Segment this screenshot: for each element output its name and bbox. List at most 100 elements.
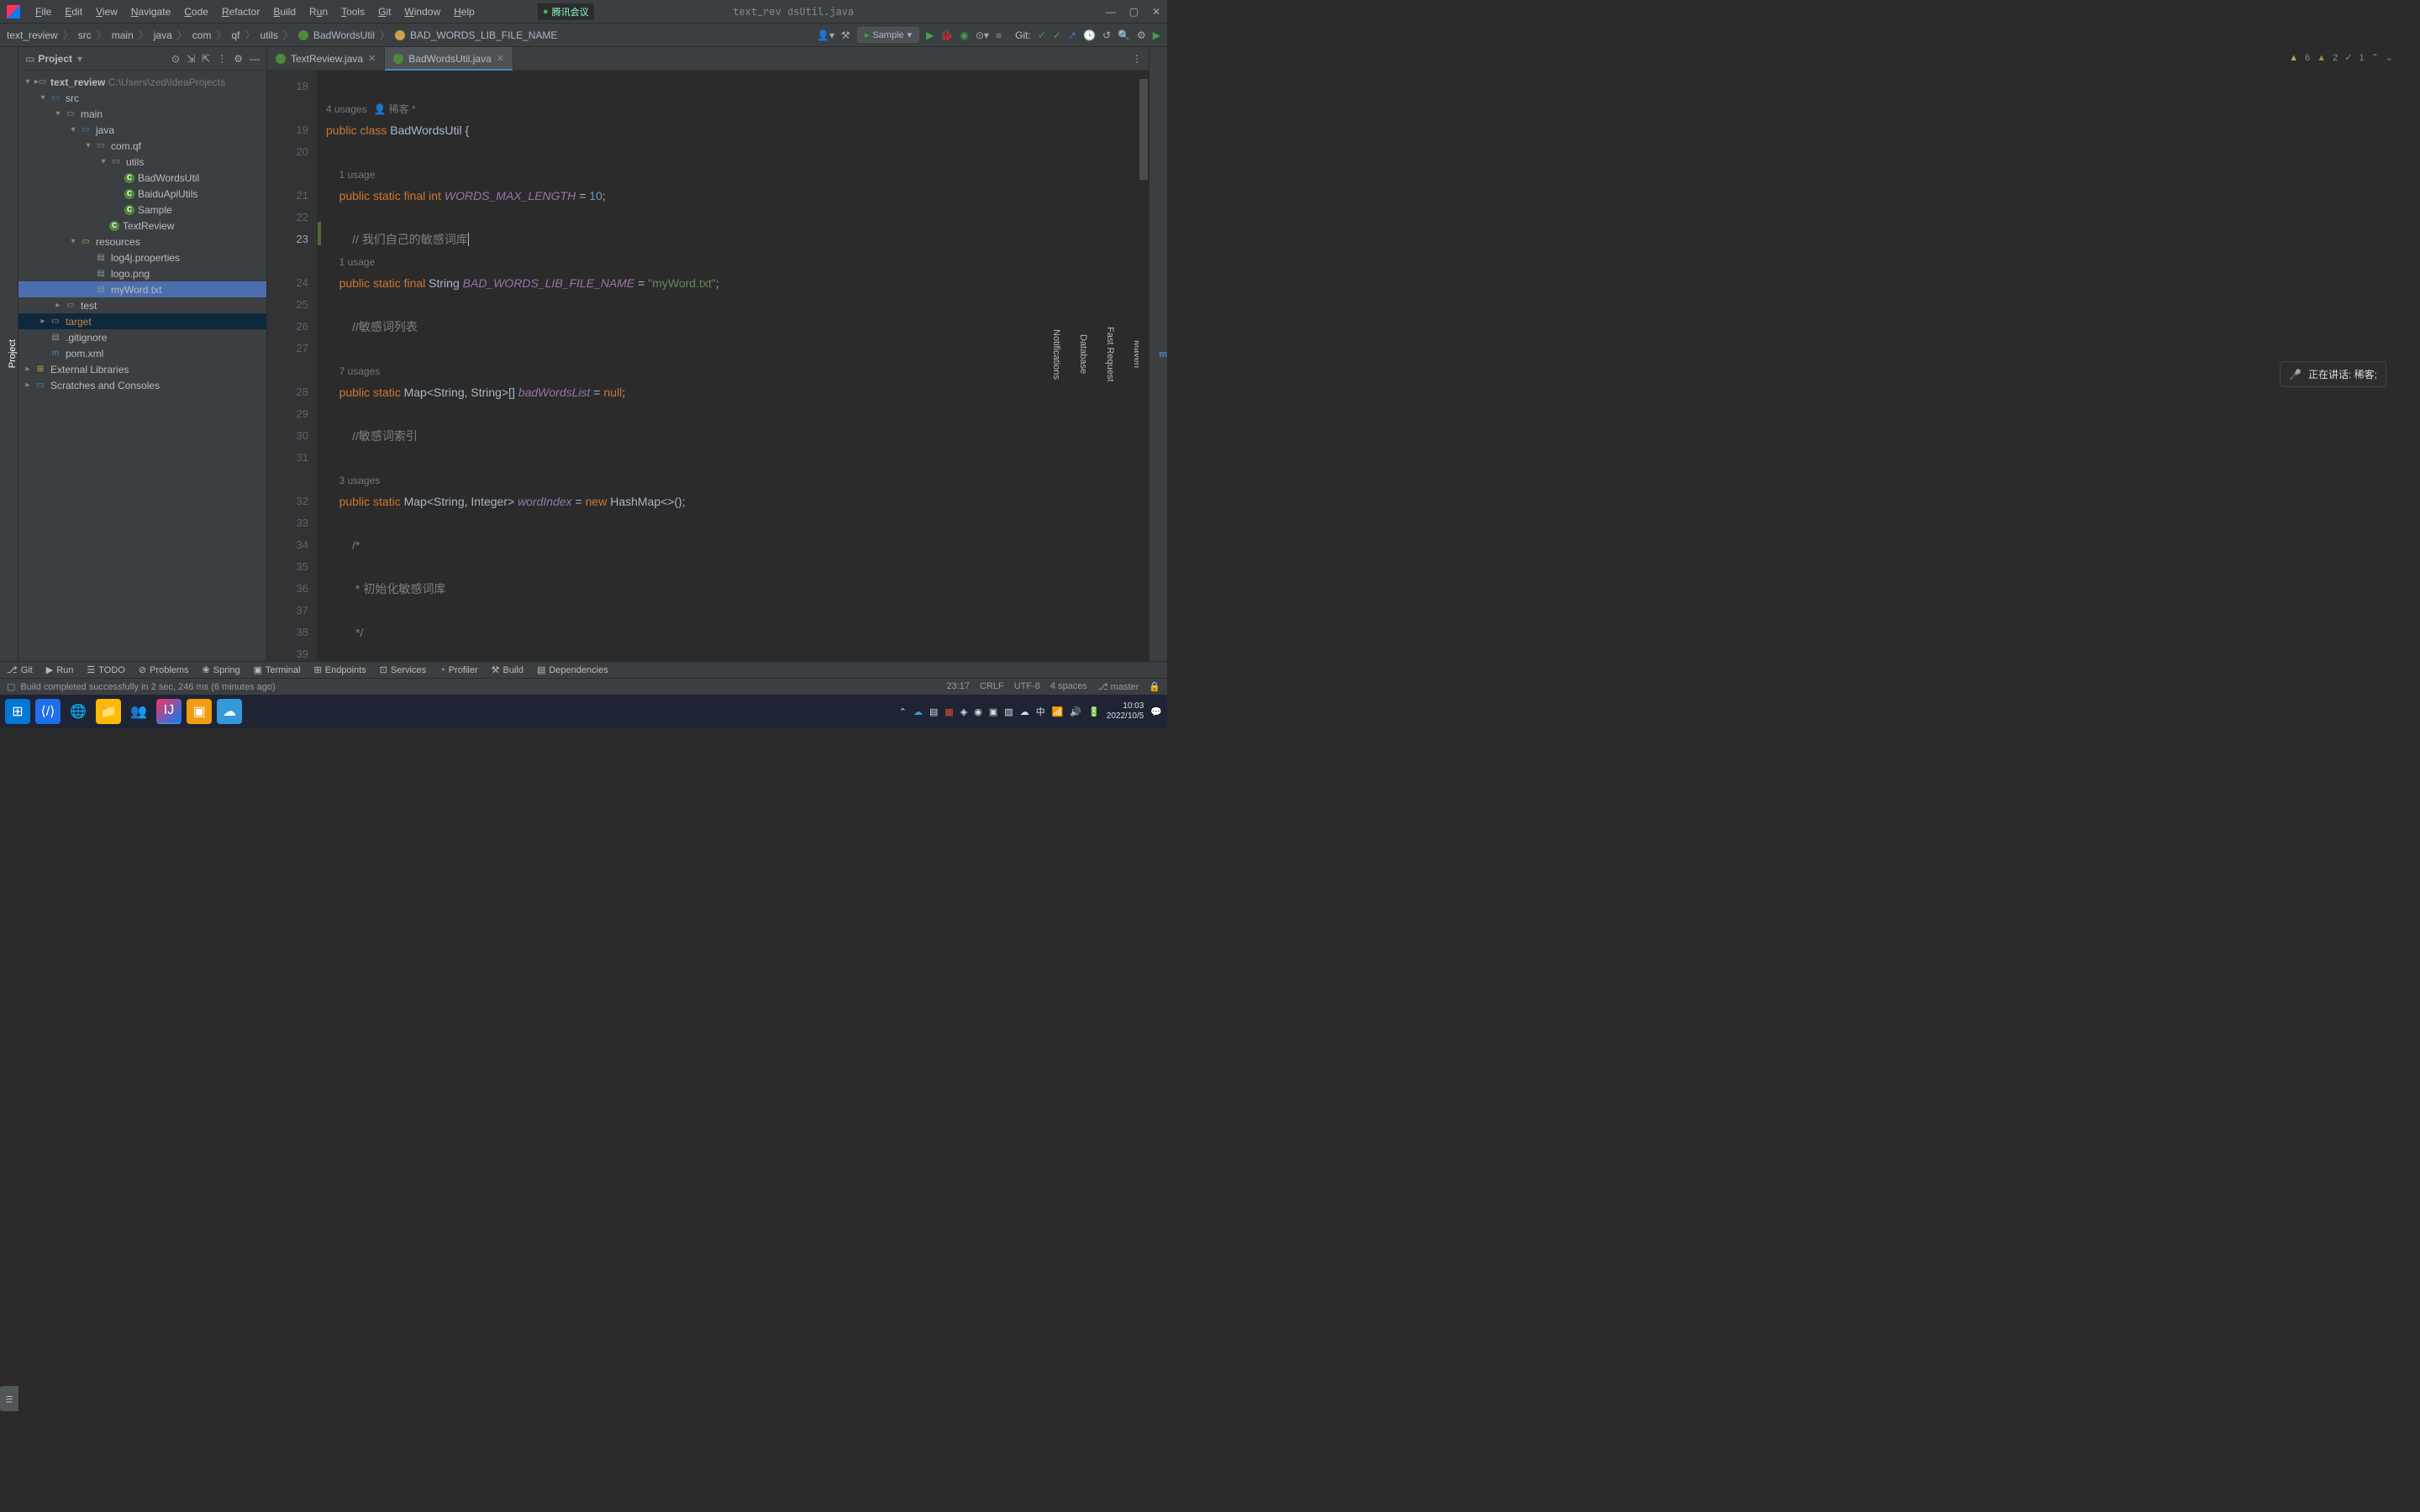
menu-navigate[interactable]: Navigate (124, 3, 177, 21)
expand-all-icon[interactable]: ⇲ (187, 53, 195, 65)
tencent-meeting-badge[interactable]: ● 腾讯会议 (538, 3, 594, 20)
tab-textreview[interactable]: TextReview.java ✕ (267, 47, 385, 70)
crumb-qf[interactable]: qf (231, 29, 239, 41)
usages-hint[interactable]: 1 usage (339, 169, 376, 181)
panel-settings-icon[interactable]: ⚙ (234, 53, 243, 65)
tree-log4j[interactable]: ▤log4j.properties (18, 249, 266, 265)
tree-file-textreview[interactable]: CTextReview (18, 218, 266, 234)
menu-git[interactable]: Git (371, 3, 397, 21)
git-update-icon[interactable]: ✓ (1038, 29, 1046, 41)
tray-icon[interactable]: ☁ (913, 706, 923, 717)
taskbar-vscode[interactable]: ⟨/⟩ (35, 699, 60, 724)
tree-java[interactable]: ▾▭java (18, 122, 266, 138)
menu-build[interactable]: Build (266, 3, 302, 21)
menu-file[interactable]: File (29, 3, 58, 21)
tab-list-icon[interactable]: ⋮ (1132, 53, 1142, 65)
tool-terminal[interactable]: ▣ Terminal (254, 664, 301, 675)
usages-hint[interactable]: 1 usage (339, 256, 376, 268)
editor-scrollbar[interactable] (1139, 71, 1149, 661)
tool-todo[interactable]: ☰ TODO (87, 664, 124, 675)
side-project[interactable]: Project (8, 339, 18, 368)
git-history-icon[interactable]: 🕓 (1083, 29, 1096, 41)
crumb-field[interactable]: BAD_WORDS_LIB_FILE_NAME (410, 29, 557, 41)
stop-button[interactable]: ■ (996, 29, 1002, 41)
tray-icon[interactable]: ▨ (1004, 706, 1013, 717)
menu-run[interactable]: Run (302, 3, 334, 21)
tree-comqf[interactable]: ▾▭com.qf (18, 138, 266, 154)
tree-utils[interactable]: ▾▭utils (18, 154, 266, 170)
tray-icon[interactable]: ▣ (989, 706, 997, 717)
debug-button[interactable]: 🐞 (940, 29, 953, 41)
window-minimize[interactable]: — (1106, 6, 1116, 18)
crumb-java[interactable]: java (154, 29, 172, 41)
run-anything-icon[interactable]: ▶ (1153, 29, 1160, 41)
menu-window[interactable]: Window (397, 3, 447, 21)
git-push-icon[interactable]: ↗ (1068, 29, 1076, 41)
tool-dependencies[interactable]: ▤ Dependencies (537, 664, 608, 675)
crumb-class[interactable]: BadWordsUtil (313, 29, 375, 41)
taskbar-explorer[interactable]: 📁 (96, 699, 121, 724)
tree-src[interactable]: ▾▭src (18, 90, 266, 106)
breadcrumb[interactable]: text_review〉 src〉 main〉 java〉 com〉 qf〉 u… (7, 28, 557, 42)
taskbar-app2[interactable]: ▣ (187, 699, 212, 724)
menu-help[interactable]: Help (447, 3, 481, 21)
taskbar-clock[interactable]: 10:03 2022/10/5 (1107, 701, 1144, 722)
taskbar-app1[interactable]: 👥 (126, 699, 151, 724)
lock-icon[interactable]: 🔒 (1149, 681, 1160, 692)
usages-hint[interactable]: 3 usages (339, 475, 381, 486)
run-config-dropdown[interactable]: ▸ Sample ▾ (857, 27, 919, 43)
indent-setting[interactable]: 4 spaces (1050, 681, 1087, 692)
status-icon[interactable]: ▢ (7, 681, 15, 692)
tree-myword[interactable]: ▤myWord.txt (18, 281, 266, 297)
collapse-all-icon[interactable]: ⇱ (202, 53, 210, 65)
tool-problems[interactable]: ⊘ Problems (139, 664, 189, 675)
git-branch[interactable]: ⎇ master (1097, 681, 1139, 692)
inspections-widget[interactable]: ▲6 ▲2 ✓1 ⌃ ⌄ (2289, 52, 2393, 63)
menu-tools[interactable]: Tools (334, 3, 371, 21)
tab-badwordsutil[interactable]: BadWordsUtil.java ✕ (385, 47, 513, 70)
tree-main[interactable]: ▾▭main (18, 106, 266, 122)
prev-highlight[interactable]: ⌃ (2371, 52, 2379, 63)
crumb-src[interactable]: src (78, 29, 92, 41)
tray-icon[interactable]: ◈ (960, 706, 967, 717)
git-commit-icon[interactable]: ✓ (1053, 29, 1061, 41)
code-content[interactable]: 4 usages 👤 稀客 * public class BadWordsUti… (318, 71, 1139, 661)
tool-endpoints[interactable]: ⊞ Endpoints (314, 664, 366, 675)
tree-extlib[interactable]: ▸⊞External Libraries (18, 361, 266, 377)
show-options-icon[interactable]: ⋮ (217, 53, 227, 65)
tree-test[interactable]: ▸▭test (18, 297, 266, 313)
line-gutter[interactable]: 18 19 20 21 22 23 24 25 26 27 28 29 30 3… (267, 71, 318, 661)
tree-file-baidu[interactable]: CBaiduApiUtils (18, 186, 266, 202)
tray-wifi-icon[interactable]: 📶 (1052, 706, 1064, 717)
taskbar-intellij[interactable]: IJ (156, 699, 182, 724)
tree-target[interactable]: ▸▭target (18, 313, 266, 329)
usages-hint[interactable]: 4 usages (326, 103, 367, 115)
menu-refactor[interactable]: Refactor (215, 3, 266, 21)
menu-edit[interactable]: Edit (58, 3, 89, 21)
tray-icon[interactable]: ▤ (929, 706, 938, 717)
tree-logo[interactable]: ▤logo.png (18, 265, 266, 281)
tray-battery-icon[interactable]: 🔋 (1088, 706, 1100, 717)
next-highlight[interactable]: ⌄ (2386, 52, 2393, 63)
tree-file-badwords[interactable]: CBadWordsUtil (18, 170, 266, 186)
tree-root[interactable]: ▾▸▭text_review C:\Users\zed\IdeaProjects (18, 74, 266, 90)
tool-services[interactable]: ⊡ Services (380, 664, 426, 675)
tray-icon[interactable]: ▦ (944, 706, 953, 717)
tray-notifications-icon[interactable]: 💬 (1150, 706, 1162, 717)
coverage-button[interactable]: ◉ (960, 29, 968, 41)
tray-onedrive-icon[interactable]: ☁ (1020, 706, 1029, 717)
tree-gitignore[interactable]: ▤.gitignore (18, 329, 266, 345)
menu-code[interactable]: Code (177, 3, 215, 21)
tab-close-icon[interactable]: ✕ (368, 53, 376, 64)
tab-close-icon[interactable]: ✕ (497, 53, 504, 64)
usages-hint[interactable]: 7 usages (339, 365, 381, 377)
system-tray[interactable]: ⌃ ☁ ▤ ▦ ◈ ◉ ▣ ▨ ☁ 中 📶 🔊 🔋 10:03 2022/10/… (899, 701, 1162, 722)
tool-git[interactable]: ⎇ Git (7, 664, 33, 675)
maven-icon[interactable]: m (1159, 349, 1167, 360)
search-icon[interactable]: 🔍 (1118, 29, 1130, 41)
taskbar-tencent-meeting[interactable]: ☁ (217, 699, 242, 724)
structure-tool-button[interactable]: ☰ (0, 1386, 18, 1411)
tray-ime[interactable]: 中 (1036, 705, 1045, 718)
tray-volume-icon[interactable]: 🔊 (1070, 706, 1081, 717)
scroll-thumb[interactable] (1139, 79, 1148, 180)
